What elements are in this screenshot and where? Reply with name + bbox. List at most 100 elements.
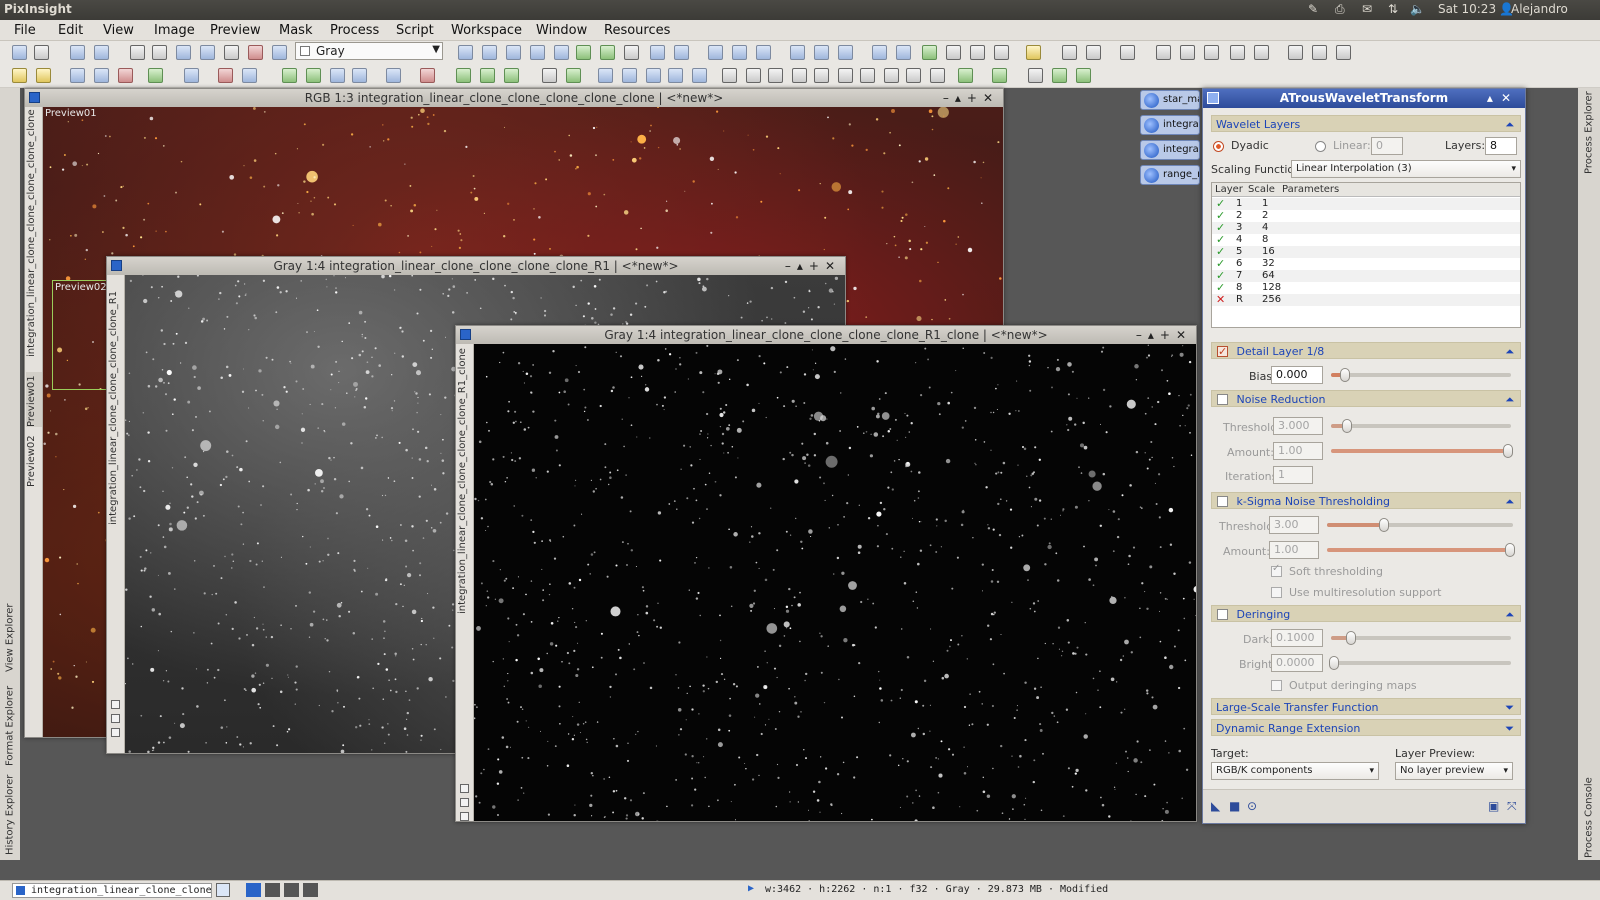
- multires-checkbox[interactable]: [1271, 587, 1282, 598]
- tab-history-explorer[interactable]: History Explorer: [2, 770, 18, 860]
- scaling-function-select[interactable]: Linear Interpolation (3) ▾: [1291, 160, 1521, 178]
- noise-reduction-checkbox[interactable]: [1217, 393, 1228, 405]
- section-detail-layer[interactable]: Detail Layer 1/8 ⏶: [1211, 342, 1521, 360]
- process-icon-integration-1[interactable]: integrat: [1140, 115, 1200, 135]
- mask-show-icon[interactable]: [922, 45, 937, 60]
- open-icon[interactable]: [70, 45, 85, 60]
- layer-preview-select[interactable]: No layer preview ▾: [1395, 762, 1513, 780]
- colorspace-select[interactable]: Gray ▼: [295, 42, 443, 60]
- green1-icon[interactable]: [456, 68, 471, 83]
- target-select[interactable]: RGB/K components ▾: [1211, 762, 1379, 780]
- wavelet-layers-table[interactable]: Layer Scale Parameters ✓ 1 1 ✓ 2 2 ✓ 3 4 ✓ 4 8 ✓…: [1211, 182, 1521, 328]
- menu-script[interactable]: Script: [396, 23, 434, 38]
- expand-icon[interactable]: ⏷: [1505, 699, 1514, 716]
- dyadic-radio[interactable]: [1213, 141, 1224, 152]
- cascade-icon[interactable]: [814, 45, 829, 60]
- tab-process-console[interactable]: Process Console: [1581, 773, 1597, 863]
- nr-amount-field[interactable]: 1.00: [1273, 442, 1323, 460]
- zoom-3-icon[interactable]: [756, 45, 771, 60]
- edit-preview-icon[interactable]: [600, 45, 615, 60]
- undo-icon[interactable]: [12, 45, 27, 60]
- ks-threshold-field[interactable]: 3.00: [1269, 516, 1319, 534]
- tab-view-explorer[interactable]: View Explorer: [2, 593, 18, 683]
- channel-icon[interactable]: [248, 45, 263, 60]
- layers-spinbox[interactable]: 8: [1485, 137, 1517, 155]
- linear-value-field[interactable]: 0: [1371, 137, 1403, 155]
- mask-icon[interactable]: [200, 45, 215, 60]
- nr-threshold-slider[interactable]: [1331, 424, 1511, 428]
- collapse-icon[interactable]: ⏶: [1505, 343, 1514, 360]
- geometry-icon[interactable]: [282, 68, 297, 83]
- side-tool-icon[interactable]: [111, 728, 120, 737]
- histogram-icon[interactable]: [218, 68, 233, 83]
- gray1-icon[interactable]: [542, 68, 557, 83]
- crop-icon[interactable]: [722, 68, 737, 83]
- readout-mode-icon[interactable]: [284, 883, 299, 897]
- tool1-icon[interactable]: [1120, 45, 1135, 60]
- process-icon-integration-2[interactable]: integrat: [1140, 140, 1200, 160]
- apply-global-icon[interactable]: ⊙: [1247, 799, 1257, 813]
- curves-icon[interactable]: [242, 68, 257, 83]
- mask-invert-icon[interactable]: [970, 45, 985, 60]
- network-icon[interactable]: ⇅: [1388, 2, 1398, 16]
- collapse-icon[interactable]: ⏶: [1505, 606, 1514, 623]
- readout-icon[interactable]: [554, 45, 569, 60]
- section-deringing[interactable]: Deringing ⏶: [1211, 605, 1521, 622]
- ks-amount-field[interactable]: 1.00: [1269, 541, 1319, 559]
- side-tool-icon[interactable]: [460, 784, 469, 793]
- window-titlebar[interactable]: Gray 1:4 integration_linear_clone_clone_…: [107, 257, 845, 275]
- cross-icon[interactable]: ✕: [1216, 293, 1225, 306]
- fill5-icon[interactable]: [860, 68, 875, 83]
- rotate2-icon[interactable]: [622, 68, 637, 83]
- win3-icon[interactable]: [1076, 68, 1091, 83]
- tool8-icon[interactable]: [1312, 45, 1327, 60]
- section-ksigma[interactable]: k-Sigma Noise Thresholding ⏶: [1211, 492, 1521, 509]
- menu-process[interactable]: Process: [330, 23, 379, 38]
- window2-icon[interactable]: [896, 45, 911, 60]
- fill3-icon[interactable]: [814, 68, 829, 83]
- layout1-icon[interactable]: [1062, 45, 1077, 60]
- dark-field[interactable]: 0.1000: [1271, 629, 1323, 647]
- reset-icon[interactable]: ⤧: [1507, 799, 1517, 814]
- bias-field[interactable]: 0.000: [1271, 366, 1323, 384]
- readout-mode-icon[interactable]: [303, 883, 318, 897]
- apply-icon[interactable]: ■: [1229, 799, 1240, 813]
- fill1-icon[interactable]: [768, 68, 783, 83]
- image-canvas-gray-r1-clone[interactable]: [474, 344, 1196, 821]
- view-select[interactable]: integration_linear_clone_clone_(: [12, 883, 212, 898]
- fill2-icon[interactable]: [792, 68, 807, 83]
- nr-threshold-knob[interactable]: [1342, 419, 1352, 433]
- window-controls[interactable]: –▴+✕: [943, 89, 999, 107]
- color-icon[interactable]: [420, 68, 435, 83]
- tool2-icon[interactable]: [1156, 45, 1171, 60]
- nr-amount-slider[interactable]: [1331, 449, 1511, 453]
- rotate-icon[interactable]: [598, 68, 613, 83]
- side-tool-icon[interactable]: [111, 700, 120, 709]
- ksigma-checkbox[interactable]: [1217, 495, 1228, 507]
- fill4-icon[interactable]: [838, 68, 853, 83]
- tab-process-explorer[interactable]: Process Explorer: [1581, 88, 1597, 178]
- mirror-icon[interactable]: [668, 68, 683, 83]
- zoom-icon[interactable]: [530, 45, 545, 60]
- explorer2-icon[interactable]: [94, 68, 109, 83]
- notes-icon[interactable]: ✎: [1308, 2, 1318, 16]
- user-name[interactable]: Alejandro: [1511, 2, 1568, 16]
- linear-radio[interactable]: [1315, 141, 1326, 152]
- detail-layer-checkbox[interactable]: [1217, 343, 1228, 360]
- nr-threshold-field[interactable]: 3.000: [1273, 417, 1323, 435]
- output-maps-checkbox[interactable]: [1271, 680, 1282, 691]
- zoom-2-icon[interactable]: [732, 45, 747, 60]
- paste-icon[interactable]: [152, 45, 167, 60]
- fit-icon[interactable]: [482, 45, 497, 60]
- process-icon-range-mask[interactable]: range_m: [1140, 165, 1200, 185]
- menu-window[interactable]: Window: [536, 23, 587, 38]
- mask-enable-icon[interactable]: [994, 45, 1009, 60]
- soft-thresholding-checkbox[interactable]: [1271, 563, 1282, 577]
- window-controls[interactable]: –▴+✕: [1136, 326, 1192, 344]
- tool3-icon[interactable]: [1180, 45, 1195, 60]
- printer-icon[interactable]: ⎙: [1335, 2, 1345, 17]
- pan-icon[interactable]: [458, 45, 473, 60]
- explorer-icon[interactable]: [70, 68, 85, 83]
- expand-icon[interactable]: ⏷: [1505, 720, 1514, 737]
- tool4-icon[interactable]: [1204, 45, 1219, 60]
